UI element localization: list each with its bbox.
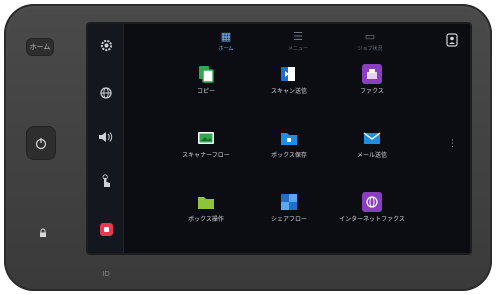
app-label: ファクス [360, 88, 384, 95]
box-folder-icon [196, 192, 216, 212]
app-label: ボックス保存 [271, 152, 307, 159]
app-label: メール送信 [356, 152, 387, 159]
settings-gear-icon[interactable] [97, 36, 115, 54]
scanner-flow-icon [196, 128, 216, 148]
globe-icon[interactable] [97, 84, 115, 102]
volume-icon[interactable] [97, 128, 115, 146]
mail-icon [362, 128, 382, 148]
sidebar [88, 24, 124, 253]
stop-icon[interactable] [97, 220, 115, 238]
app-grid: コピー スキャン送信 ファクス スキャナーフロー ボックス保存 メール送信 ボッ… [164, 64, 414, 249]
more-options-icon[interactable]: ⋮ [448, 139, 457, 149]
app-label: ボックス操作 [188, 216, 224, 223]
power-icon [35, 138, 47, 150]
tab-job-status[interactable]: ▭ ジョブ状況 [344, 30, 396, 60]
tab-menu[interactable]: ☰ メニュー [272, 30, 324, 60]
id-led-indicator: ID [101, 270, 111, 278]
home-button-label: ホーム [29, 43, 51, 51]
app-scan-send[interactable]: スキャン送信 [247, 64, 331, 120]
app-scanner-flow[interactable]: スキャナーフロー [164, 128, 248, 184]
app-share-flow[interactable]: シェアフロー [247, 192, 331, 248]
touch-screen: ▦ ホーム ☰ メニュー ▭ ジョブ状況 コピー スキャン送信 ファクス スキャ… [88, 24, 470, 253]
grid-icon: ▦ [220, 30, 232, 43]
touch-icon[interactable] [97, 172, 115, 190]
copy-icon [196, 64, 216, 84]
app-fax[interactable]: ファクス [330, 64, 414, 120]
internet-fax-icon [362, 192, 382, 212]
job-status-icon: ▭ [364, 30, 376, 43]
lock-icon [40, 228, 46, 237]
power-hardware-button[interactable] [26, 126, 56, 160]
tab-home[interactable]: ▦ ホーム [200, 30, 252, 60]
tab-label: メニュー [287, 46, 308, 52]
led-label: ID [102, 270, 110, 278]
home-hardware-button[interactable]: ホーム [26, 38, 54, 56]
app-label: シェアフロー [270, 216, 307, 223]
tab-label: ジョブ状況 [357, 46, 383, 52]
tab-label: ホーム [218, 46, 234, 52]
app-mail-send[interactable]: メール送信 [330, 128, 414, 184]
app-internet-fax[interactable]: インターネットファクス [330, 192, 414, 248]
menu-list-icon: ☰ [293, 30, 303, 43]
app-copy[interactable]: コピー [164, 64, 248, 120]
app-box-save[interactable]: ボックス保存 [247, 128, 331, 184]
tab-bar: ▦ ホーム ☰ メニュー ▭ ジョブ状況 [200, 30, 400, 60]
app-label: スキャン送信 [270, 88, 307, 95]
fax-icon [362, 64, 382, 84]
share-flow-icon [279, 192, 299, 212]
app-label: コピー [196, 88, 215, 95]
more-indicator: ⋮ [448, 139, 457, 149]
app-label: インターネットファクス [339, 216, 405, 223]
app-label: スキャナーフロー [182, 152, 230, 159]
lock-hardware-button[interactable] [36, 226, 50, 240]
scan-icon [279, 64, 299, 84]
app-box-operation[interactable]: ボックス操作 [164, 192, 248, 248]
box-save-icon [279, 128, 299, 148]
user-icon[interactable] [444, 32, 460, 48]
